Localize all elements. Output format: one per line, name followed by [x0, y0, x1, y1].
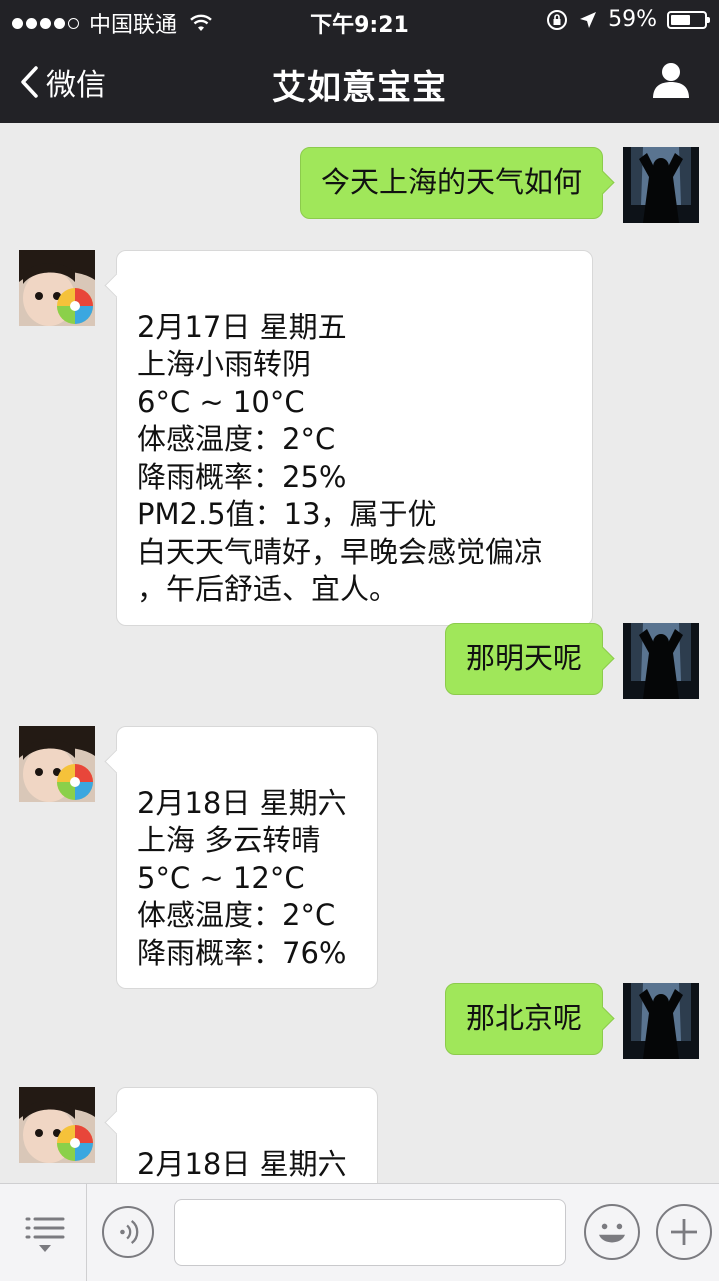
my-avatar[interactable] [623, 983, 699, 1059]
chat-area[interactable]: 今天上海的天气如何 2月17日 星期五 上海小雨转阴 6°C ~ 10°C 体感… [0, 123, 719, 1183]
incoming-message-bubble[interactable]: 2月18日 星期六 上海 多云转晴 5°C ~ 12°C 体感温度：2°C 降雨… [116, 726, 378, 989]
emoji-button[interactable] [584, 1204, 640, 1260]
more-button[interactable] [656, 1204, 712, 1260]
incoming-message-bubble[interactable]: 2月17日 星期五 上海小雨转阴 6°C ~ 10°C 体感温度：2°C 降雨概… [116, 250, 593, 626]
emoji-icon [599, 1223, 625, 1243]
chat-title: 艾如意宝宝 [272, 68, 447, 108]
message-text: 那北京呢 [465, 1001, 582, 1035]
my-avatar[interactable] [623, 623, 699, 699]
message-text: 今天上海的天气如何 [320, 165, 582, 199]
message-text: 2月18日 星期六 上海 多云转晴 5°C ~ 12°C 体感温度：2°C 降雨… [137, 785, 347, 970]
location-arrow-icon [580, 11, 597, 28]
person-icon[interactable] [651, 60, 691, 100]
battery-percent: 59% [608, 7, 657, 32]
outgoing-message-bubble[interactable]: 那明天呢 [444, 623, 603, 695]
message-text: 2月17日 星期五 上海小雨转阴 6°C ~ 10°C 体感温度：2°C 降雨概… [137, 309, 544, 607]
top-bar: 中国联通 下午9:21 59% 微信 艾如意宝宝 [0, 0, 719, 123]
plus-icon [671, 1219, 697, 1245]
my-avatar[interactable] [623, 147, 699, 223]
outgoing-message-bubble[interactable]: 那北京呢 [444, 983, 603, 1055]
divider [86, 1184, 87, 1281]
status-bar: 中国联通 下午9:21 59% [0, 0, 719, 40]
outgoing-message-bubble[interactable]: 今天上海的天气如何 [299, 147, 603, 219]
voice-icon [120, 1220, 139, 1244]
voice-button[interactable] [102, 1206, 154, 1258]
status-right: 59% [546, 7, 710, 32]
message-text: 那明天呢 [465, 641, 582, 675]
contact-avatar[interactable] [19, 726, 95, 802]
orientation-lock-icon [547, 9, 568, 30]
contact-avatar[interactable] [19, 250, 95, 326]
menu-list-icon[interactable] [24, 1214, 66, 1256]
battery-icon [667, 10, 710, 29]
input-bar [0, 1183, 719, 1281]
nav-bar: 微信 艾如意宝宝 [0, 40, 719, 123]
message-text: 2月18日 星期六 北京 多云转阴 [137, 1146, 347, 1181]
contact-avatar[interactable] [19, 1087, 95, 1163]
message-input[interactable] [174, 1199, 566, 1266]
incoming-message-bubble[interactable]: 2月18日 星期六 北京 多云转阴 [116, 1087, 378, 1183]
